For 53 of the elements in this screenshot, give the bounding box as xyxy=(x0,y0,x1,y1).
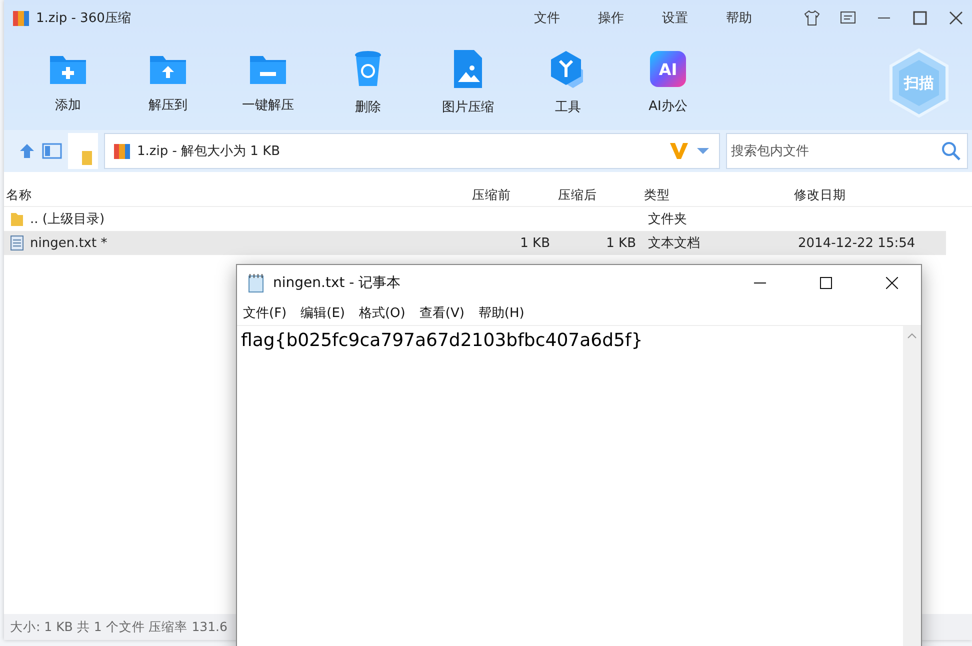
toolbar-button[interactable]: 工具 xyxy=(555,98,581,116)
modified-date: 2014-12-22 15:54 xyxy=(797,236,916,250)
up-arrow-icon[interactable] xyxy=(18,142,36,160)
toolbar-button[interactable]: 图片压缩 xyxy=(442,98,494,116)
menu-item[interactable]: 设置 xyxy=(662,9,688,27)
file-name: ningen.txt * xyxy=(30,236,108,250)
dropdown-icon[interactable] xyxy=(695,146,711,156)
file-type: 文件夹 xyxy=(647,211,688,228)
image-file-icon xyxy=(452,50,484,88)
ai-badge-icon: AI xyxy=(650,51,686,87)
menu-item[interactable]: 文件 xyxy=(534,9,560,27)
text-file-icon xyxy=(10,235,24,251)
archive-icon xyxy=(113,142,131,160)
trash-icon xyxy=(353,50,383,88)
menu-item[interactable]: 帮助(H) xyxy=(478,304,524,322)
menu-item[interactable]: 帮助 xyxy=(726,9,752,27)
column-header[interactable]: 名称 xyxy=(4,186,470,204)
column-header[interactable]: 压缩后 xyxy=(556,186,642,204)
column-header[interactable]: 类型 xyxy=(642,186,792,204)
column-header[interactable]: 修改日期 xyxy=(792,186,952,204)
path-field[interactable]: 1.zip - 解包大小为 1 KB xyxy=(104,133,720,169)
close-icon xyxy=(886,277,898,289)
column-header[interactable]: 压缩前 xyxy=(470,186,556,204)
size-after: 1 KB xyxy=(605,236,637,250)
window-title: ningen.txt - 记事本 xyxy=(273,274,402,292)
file-type: 文本文档 xyxy=(647,235,701,252)
message-icon[interactable] xyxy=(840,10,856,26)
window-title: 1.zip - 360压缩 xyxy=(36,10,132,27)
file-name: .. (上级目录) xyxy=(30,211,105,228)
menu-item[interactable]: 操作 xyxy=(598,9,624,27)
file-row[interactable]: .. (上级目录) 文件夹 xyxy=(4,207,946,231)
status-text: 大小: 1 KB 共 1 个文件 压缩率 131.6 xyxy=(10,618,228,636)
scroll-up-icon[interactable] xyxy=(907,332,917,340)
menu-item[interactable]: 文件(F) xyxy=(243,304,287,322)
archive-icon xyxy=(12,9,30,27)
notepad-icon xyxy=(247,273,265,293)
v-logo-icon xyxy=(669,142,689,160)
toolbar-button[interactable]: 一键解压 xyxy=(242,96,294,114)
file-row[interactable]: ningen.txt * 1 KB 1 KB 文本文档 2014-12-22 15:54 xyxy=(4,231,946,255)
toolbar-button[interactable]: 删除 xyxy=(355,98,381,116)
maximize-icon xyxy=(820,277,832,289)
panel-icon[interactable] xyxy=(42,142,62,160)
toolbar-button[interactable]: AI办公 xyxy=(648,97,688,115)
maximize-icon[interactable] xyxy=(912,10,928,26)
close-icon[interactable] xyxy=(948,10,964,26)
menu-item[interactable]: 格式(O) xyxy=(358,304,406,322)
text-content: flag{b025fc9ca797a67d2103bfbc407a6d5f} xyxy=(240,329,644,353)
toolbar-button[interactable]: 解压到 xyxy=(148,96,188,114)
toolbar-button[interactable]: 添加 xyxy=(55,96,81,114)
shirt-icon[interactable] xyxy=(804,10,820,26)
size-before: 1 KB xyxy=(519,236,551,250)
menu-item[interactable]: 编辑(E) xyxy=(300,304,345,322)
menu-item[interactable]: 查看(V) xyxy=(419,304,464,322)
